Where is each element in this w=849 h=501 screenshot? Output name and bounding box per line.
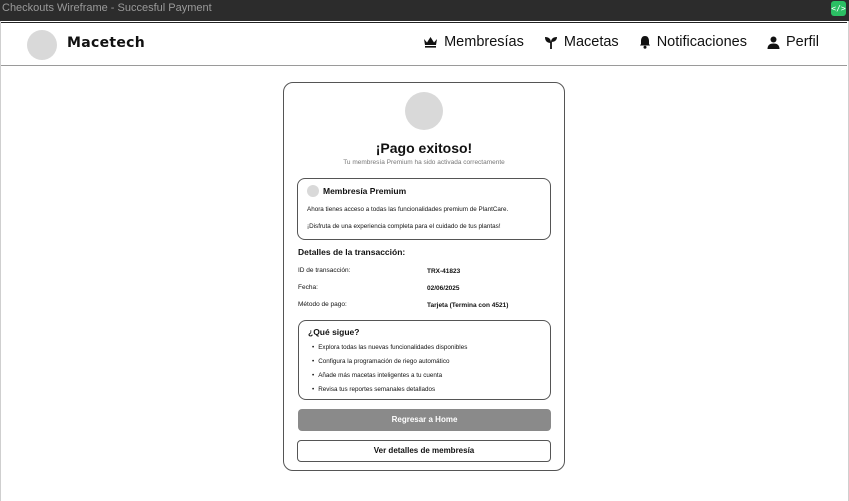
list-item: Configura la programación de riego autom…	[312, 357, 467, 371]
premium-title: Membresía Premium	[323, 186, 407, 196]
list-item: Revisa tus reportes semanales detallados	[312, 385, 467, 399]
back-home-button[interactable]: Regresar a Home	[298, 409, 551, 431]
view-membership-details-button[interactable]: Ver detalles de membresía	[297, 440, 551, 462]
nav-item-label: Notificaciones	[656, 34, 747, 50]
nav-item-macetas[interactable]: Macetas	[544, 34, 619, 50]
nav-item-membresias[interactable]: Membresías	[423, 34, 524, 50]
logo-placeholder[interactable]	[27, 30, 57, 60]
bell-icon	[639, 36, 650, 49]
success-image-placeholder	[405, 92, 443, 130]
nav-item-label: Perfil	[785, 34, 819, 50]
window-title-bar: Checkouts Wireframe - Succesful Payment …	[0, 0, 849, 21]
date-value: 02/06/2025	[427, 285, 460, 292]
window-title: Checkouts Wireframe - Succesful Payment	[2, 2, 212, 14]
premium-membership-box: Membresía Premium Ahora tienes acceso a …	[297, 178, 551, 240]
page-subtitle: Tu membresía Premium ha sido activada co…	[343, 159, 505, 166]
nav-item-label: Macetas	[563, 34, 619, 50]
nav-links: Membresías Macetas Notificaciones Perfil	[403, 34, 819, 50]
payment-method-label: Método de pago:	[298, 301, 347, 308]
nav-item-perfil[interactable]: Perfil	[767, 34, 819, 50]
user-icon	[767, 36, 780, 49]
list-item: Añade más macetas inteligentes a tu cuen…	[312, 371, 467, 385]
next-steps-box: ¿Qué sigue? Explora todas las nuevas fun…	[298, 320, 551, 400]
list-item: Explora todas las nuevas funcionalidades…	[312, 343, 467, 357]
crown-icon	[424, 37, 438, 48]
next-steps-title: ¿Qué sigue?	[308, 327, 360, 337]
transaction-id-value: TRX-41823	[427, 268, 461, 275]
page-title: ¡Pago exitoso!	[375, 140, 473, 156]
transaction-details-title: Detalles de la transacción:	[298, 247, 406, 257]
date-label: Fecha:	[298, 284, 318, 291]
payment-success-card: ¡Pago exitoso! Tu membresía Premium ha s…	[283, 82, 565, 471]
top-navbar: Macetech Membresías Macetas Notificacion…	[1, 22, 847, 66]
sprout-icon	[544, 36, 557, 49]
premium-description: ¡Disfruta de una experiencia completa pa…	[307, 223, 501, 230]
nav-item-notificaciones[interactable]: Notificaciones	[639, 34, 747, 50]
brand-name[interactable]: Macetech	[67, 35, 145, 51]
premium-icon	[307, 185, 319, 197]
next-steps-list: Explora todas las nuevas funcionalidades…	[312, 343, 467, 399]
code-icon[interactable]: </>	[831, 1, 846, 16]
nav-item-label: Membresías	[444, 34, 524, 50]
payment-method-value: Tarjeta (Termina con 4521)	[427, 302, 509, 309]
transaction-id-label: ID de transacción:	[298, 267, 351, 274]
premium-description: Ahora tienes acceso a todas las funciona…	[307, 206, 509, 213]
